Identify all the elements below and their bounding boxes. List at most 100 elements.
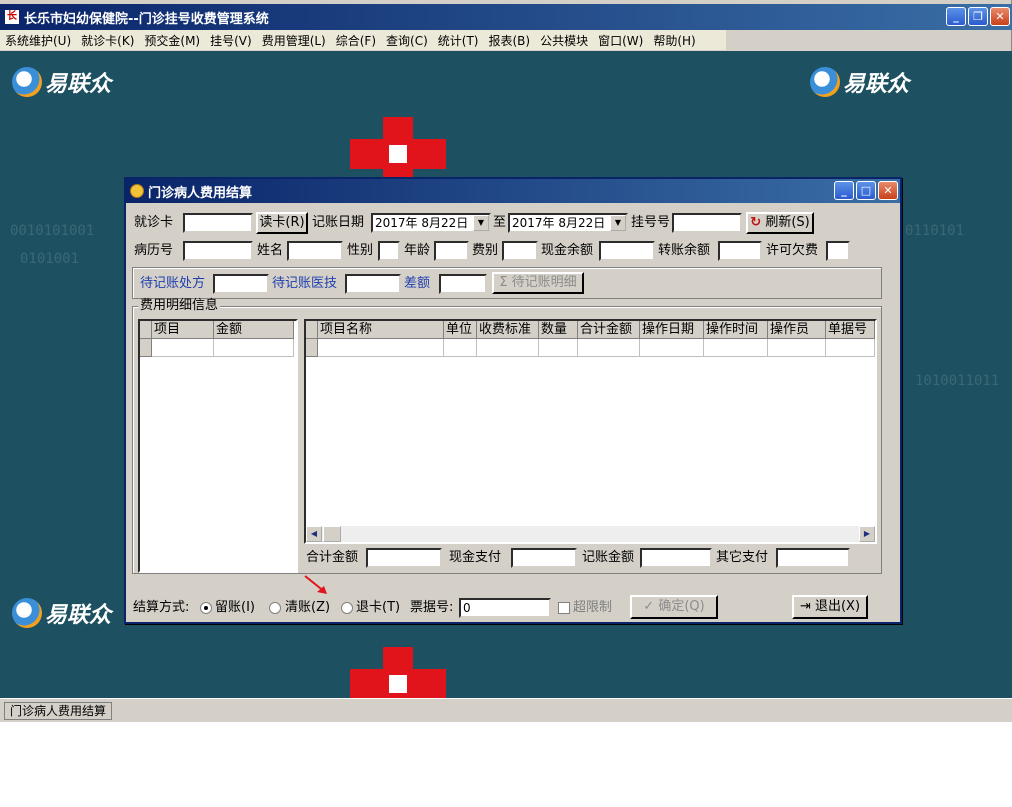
menu-query[interactable]: 查询(C) [381, 32, 433, 49]
scroll-thumb[interactable] [323, 526, 341, 542]
col-item[interactable]: 项目 [152, 321, 214, 339]
cash-balance-label: 现金余额 [541, 243, 594, 258]
date-label: 记账日期 [312, 215, 365, 230]
refresh-icon: ↻ [750, 215, 762, 230]
menu-window[interactable]: 窗口(W) [593, 32, 648, 49]
radio-return-card-label[interactable]: 退卡(T) [356, 598, 400, 618]
dropdown-arrow-icon[interactable]: ▼ [610, 215, 626, 231]
card-input[interactable] [183, 213, 253, 233]
table-row[interactable] [140, 339, 294, 357]
cash-balance-input[interactable] [599, 241, 655, 261]
menu-deposit[interactable]: 预交金(M) [139, 32, 205, 49]
col-op-time[interactable]: 操作时间 [704, 321, 768, 339]
dialog-maximize-button[interactable]: □ [856, 181, 876, 200]
radio-clear[interactable] [269, 602, 281, 614]
menu-general[interactable]: 综合(F) [331, 32, 381, 49]
background-pattern: 0010101001 [10, 223, 95, 239]
brand-logo: 易联众 [810, 66, 909, 98]
menu-fee[interactable]: 费用管理(L) [257, 32, 331, 49]
over-limit-label: 超限制 [573, 600, 613, 615]
dialog-title-bar: 门诊病人费用结算 _ □ ✕ [126, 179, 900, 203]
col-amount[interactable]: 金额 [214, 321, 294, 339]
main-window-controls: _ ❐ ✕ [946, 7, 1010, 26]
date-from-picker[interactable]: 2017年 8月22日 ▼ [371, 213, 491, 233]
restore-button[interactable]: ❐ [968, 7, 988, 26]
fee-type-input[interactable] [502, 241, 538, 261]
check-icon: ✓ [643, 599, 655, 614]
dialog-close-button[interactable]: ✕ [878, 181, 898, 200]
transfer-balance-label: 转账余额 [658, 243, 711, 258]
background-pattern: 0110101 [905, 223, 965, 239]
background-pattern: 0101001 [20, 251, 80, 267]
menu-report[interactable]: 报表(B) [483, 32, 535, 49]
confirm-button[interactable]: ✓ 确定(Q) [630, 595, 718, 619]
cash-pay-input[interactable] [511, 548, 577, 568]
other-pay-label: 其它支付 [716, 550, 769, 565]
diff-input[interactable] [439, 274, 487, 294]
settle-method-label: 结算方式: [133, 600, 190, 615]
dialog-minimize-button[interactable]: _ [834, 181, 854, 200]
minimize-button[interactable]: _ [946, 7, 966, 26]
date-to-picker[interactable]: 2017年 8月22日 ▼ [508, 213, 628, 233]
col-price[interactable]: 收费标准 [477, 321, 539, 339]
account-amt-input[interactable] [640, 548, 712, 568]
status-bar: 门诊病人费用结算 [0, 698, 1012, 722]
read-card-button[interactable]: 读卡(R) [256, 212, 308, 234]
name-input[interactable] [287, 241, 343, 261]
pending-med-label: 待记账医技 [272, 276, 338, 291]
table-row[interactable] [306, 339, 875, 357]
menu-stats[interactable]: 统计(T) [433, 32, 484, 49]
radio-keep[interactable] [200, 602, 212, 614]
radio-clear-label[interactable]: 清账(Z) [285, 598, 330, 618]
dropdown-arrow-icon[interactable]: ▼ [473, 215, 489, 231]
scroll-left-icon[interactable]: ◀ [306, 526, 322, 542]
app-icon: 长 [4, 9, 20, 25]
age-input[interactable] [434, 241, 469, 261]
main-title-bar: 长 长乐市妇幼保健院--门诊挂号收费管理系统 _ ❐ ✕ [0, 4, 1012, 30]
exit-button[interactable]: ⇥ 退出(X) [792, 595, 868, 619]
col-item-name[interactable]: 项目名称 [318, 321, 444, 339]
detail-grid[interactable]: 项目名称 单位 收费标准 数量 合计金额 操作日期 操作时间 操作员 单据号 ◀… [304, 319, 877, 544]
settlement-dialog: 门诊病人费用结算 _ □ ✕ 就诊卡 读卡(R) 记账日期 2017年 8月22… [124, 177, 902, 624]
age-label: 年龄 [404, 243, 431, 258]
dialog-controls: _ □ ✕ [834, 181, 898, 200]
col-quantity[interactable]: 数量 [539, 321, 578, 339]
col-doc-no[interactable]: 单据号 [826, 321, 875, 339]
total-input[interactable] [366, 548, 442, 568]
scroll-right-icon[interactable]: ▶ [859, 526, 875, 542]
menu-public[interactable]: 公共模块 [535, 32, 593, 49]
col-unit[interactable]: 单位 [444, 321, 477, 339]
col-total[interactable]: 合计金额 [578, 321, 640, 339]
main-window: 长 长乐市妇幼保健院--门诊挂号收费管理系统 _ ❐ ✕ 系统维护(U) 就诊卡… [0, 0, 1012, 722]
col-operator[interactable]: 操作员 [768, 321, 826, 339]
col-op-date[interactable]: 操作日期 [640, 321, 704, 339]
main-window-title: 长乐市妇幼保健院--门诊挂号收费管理系统 [24, 11, 269, 27]
menu-register[interactable]: 挂号(V) [205, 32, 257, 49]
reg-no-input[interactable] [672, 213, 742, 233]
pending-detail-button[interactable]: Σ 待记账明细 [492, 272, 584, 294]
horizontal-scrollbar[interactable]: ◀ ▶ [306, 526, 875, 542]
summary-grid[interactable]: 项目 金额 [138, 319, 298, 573]
refresh-button[interactable]: ↻ 刷新(S) [746, 212, 814, 234]
pending-rx-input[interactable] [213, 274, 269, 294]
window-tab-settlement[interactable]: 门诊病人费用结算 [4, 702, 113, 720]
brand-logo: 易联众 [12, 66, 111, 98]
menu-help[interactable]: 帮助(H) [648, 32, 700, 49]
pending-med-input[interactable] [345, 274, 401, 294]
transfer-balance-input[interactable] [718, 241, 762, 261]
radio-keep-label[interactable]: 留账(I) [215, 598, 255, 618]
brand-swirl-icon [12, 598, 42, 628]
over-limit-checkbox[interactable] [558, 602, 570, 614]
record-input[interactable] [183, 241, 253, 261]
close-button[interactable]: ✕ [990, 7, 1010, 26]
other-pay-input[interactable] [776, 548, 850, 568]
background-pattern: 1010011011 [915, 373, 1000, 389]
red-cross-icon [350, 647, 446, 698]
menu-system[interactable]: 系统维护(U) [0, 32, 76, 49]
sex-input[interactable] [378, 241, 400, 261]
radio-return-card[interactable] [341, 602, 353, 614]
allowed-debt-input[interactable] [826, 241, 850, 261]
exit-door-icon: ⇥ [799, 599, 811, 614]
menu-card[interactable]: 就诊卡(K) [76, 32, 139, 49]
ticket-input[interactable]: 0 [459, 598, 551, 618]
